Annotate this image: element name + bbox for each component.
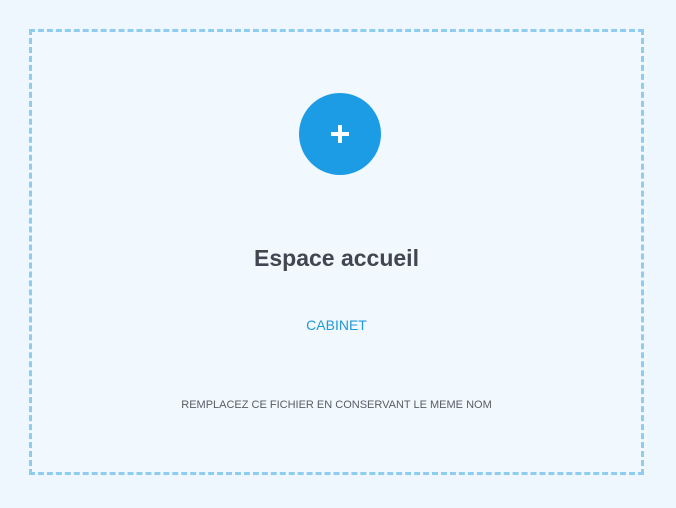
upload-instruction: REMPLACEZ CE FICHIER EN CONSERVANT LE ME… bbox=[181, 399, 492, 411]
upload-dropzone[interactable]: Espace accueil CABINET REMPLACEZ CE FICH… bbox=[29, 29, 644, 475]
upload-title: Espace accueil bbox=[254, 245, 419, 271]
add-button[interactable] bbox=[299, 93, 381, 175]
plus-icon bbox=[331, 125, 349, 143]
upload-subtitle: CABINET bbox=[306, 317, 367, 333]
